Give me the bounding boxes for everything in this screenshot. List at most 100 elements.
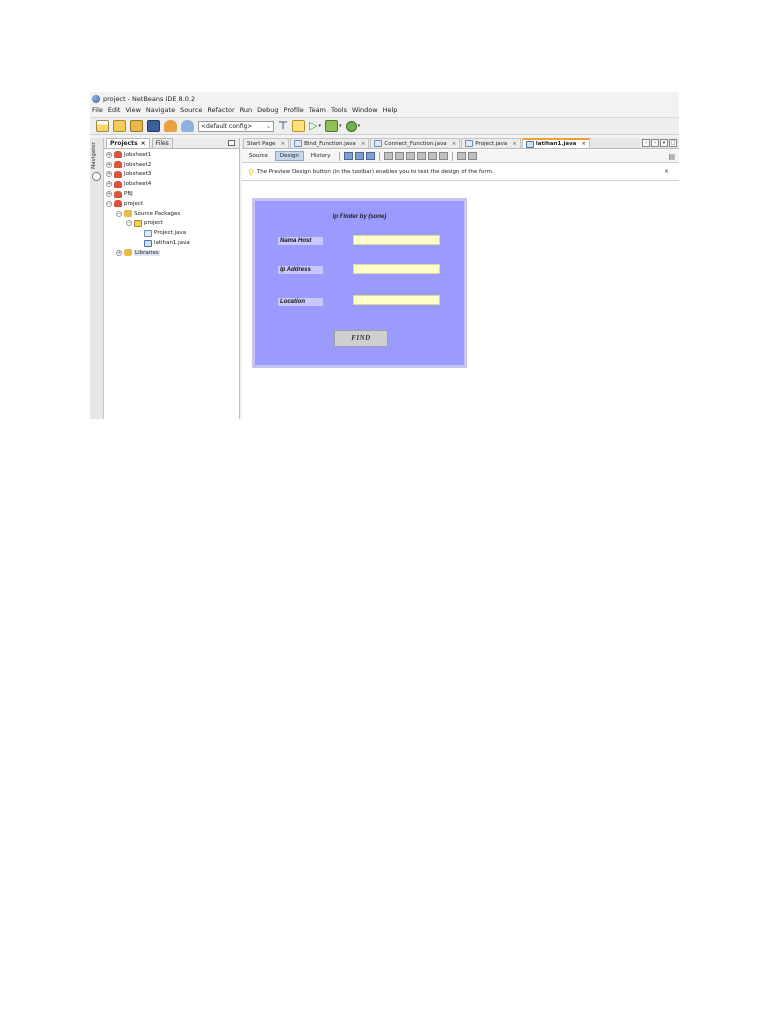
menu-window[interactable]: Window xyxy=(352,106,378,114)
tree-item-pbj[interactable]: + PBJ xyxy=(106,189,239,199)
close-icon[interactable]: × xyxy=(141,140,146,147)
open-project-icon[interactable] xyxy=(130,120,143,132)
menu-tools[interactable]: Tools xyxy=(331,106,347,114)
expand-icon[interactable]: + xyxy=(106,181,112,188)
debug-icon[interactable] xyxy=(325,120,339,132)
profile-dropdown-icon[interactable]: ▾ xyxy=(358,123,361,129)
close-icon[interactable]: × xyxy=(452,141,457,147)
tree-item-project-java[interactable]: Project.java xyxy=(106,228,239,238)
menu-edit[interactable]: Edit xyxy=(108,106,121,114)
scroll-right-icon[interactable]: › xyxy=(651,139,659,147)
close-icon[interactable]: × xyxy=(281,141,286,147)
ip-address-label[interactable]: Ip Address xyxy=(278,266,323,274)
expand-icon[interactable]: + xyxy=(106,151,112,158)
find-button[interactable]: FIND xyxy=(334,330,388,347)
selection-mode-icon[interactable] xyxy=(344,152,354,160)
run-dropdown-icon[interactable]: ▾ xyxy=(319,123,322,129)
config-select-value: <default config> xyxy=(201,122,253,130)
connection-mode-icon[interactable] xyxy=(355,152,365,160)
tab-projects[interactable]: Projects × xyxy=(106,138,150,148)
new-project-icon[interactable] xyxy=(96,120,109,132)
tree-item-latihan1-java[interactable]: latihan1.java xyxy=(106,238,239,248)
clean-build-icon[interactable] xyxy=(292,120,306,132)
tab-files-label: Files xyxy=(155,140,169,147)
maximize-icon[interactable]: □ xyxy=(669,139,677,147)
run-icon[interactable]: ▷ xyxy=(309,120,317,132)
undo-icon[interactable] xyxy=(164,120,177,132)
preview-design-icon[interactable] xyxy=(366,152,376,160)
align-bottom-icon[interactable] xyxy=(428,152,438,160)
tab-latihan1-java[interactable]: latihan1.java × xyxy=(521,138,590,148)
build-hammer-icon[interactable]: ⊤ xyxy=(278,120,288,132)
close-icon[interactable]: × xyxy=(361,141,366,147)
tab-label: Connect_Function.java xyxy=(384,140,447,147)
expand-icon[interactable]: + xyxy=(106,161,112,168)
tree-item-libraries[interactable]: + Libraries xyxy=(106,248,239,258)
close-icon[interactable]: × xyxy=(581,141,586,147)
center-horizontally-icon[interactable] xyxy=(406,152,416,160)
location-label[interactable]: Location xyxy=(278,298,323,306)
tab-files[interactable]: Files xyxy=(151,138,173,148)
form-design-canvas[interactable]: Ip Finder by (sone) Nama Host Ip Address… xyxy=(252,198,467,368)
align-right-icon[interactable] xyxy=(395,152,405,160)
project-icon xyxy=(114,161,122,169)
minimize-icon[interactable] xyxy=(228,140,235,146)
source-view-button[interactable]: Source xyxy=(244,151,273,161)
tab-project-java[interactable]: Project.java × xyxy=(461,138,521,148)
collapse-icon[interactable]: − xyxy=(106,200,112,207)
scroll-left-icon[interactable]: ‹ xyxy=(642,139,650,147)
expand-icon[interactable]: + xyxy=(106,171,112,178)
center-vertically-icon[interactable] xyxy=(439,152,449,160)
form-title-label[interactable]: Ip Finder by (sone) xyxy=(255,214,464,220)
tab-bind-function[interactable]: Bind_Function.java × xyxy=(290,138,370,148)
tree-item-project[interactable]: − project xyxy=(106,199,239,209)
toolbar-divider xyxy=(339,151,341,161)
menu-run[interactable]: Run xyxy=(240,106,252,114)
debug-dropdown-icon[interactable]: ▾ xyxy=(339,123,342,129)
collapse-icon[interactable]: − xyxy=(116,210,122,217)
location-field[interactable] xyxy=(353,295,440,305)
config-select[interactable]: <default config> ⌄ xyxy=(198,120,274,132)
new-file-icon[interactable] xyxy=(113,120,126,132)
ip-address-field[interactable] xyxy=(353,264,440,274)
save-all-icon[interactable] xyxy=(147,120,160,132)
services-icon[interactable] xyxy=(92,172,101,181)
tree-item-jobsheet4[interactable]: + Jobsheet4 xyxy=(106,179,239,189)
resize-horizontal-icon[interactable] xyxy=(457,152,467,160)
menu-refactor[interactable]: Refactor xyxy=(207,106,234,114)
close-icon[interactable]: × xyxy=(664,168,669,175)
tree-item-source-packages[interactable]: − Source Packages xyxy=(106,209,239,219)
redo-icon[interactable] xyxy=(181,120,194,132)
design-view-button[interactable]: Design xyxy=(274,151,304,161)
main-toolbar: <default config> ⌄ ⊤ ▷ ▾ ▾ ▾ xyxy=(90,117,679,135)
menu-help[interactable]: Help xyxy=(383,106,398,114)
align-left-icon[interactable] xyxy=(384,152,394,160)
menu-file[interactable]: File xyxy=(92,106,103,114)
tree-item-jobsheet1[interactable]: + Jobsheet1 xyxy=(106,150,239,160)
align-top-icon[interactable] xyxy=(417,152,427,160)
tab-connect-function[interactable]: Connect_Function.java × xyxy=(370,138,461,148)
history-view-button[interactable]: History xyxy=(306,151,336,161)
profile-icon[interactable] xyxy=(345,120,357,132)
close-icon[interactable]: × xyxy=(512,141,517,147)
tree-item-jobsheet3[interactable]: + Jobsheet3 xyxy=(106,170,239,180)
tree-item-jobsheet2[interactable]: + Jobsheet2 xyxy=(106,160,239,170)
menu-profile[interactable]: Profile xyxy=(284,106,304,114)
menu-source[interactable]: Source xyxy=(180,106,202,114)
nama-host-label[interactable]: Nama Host xyxy=(278,237,323,245)
tab-start-page[interactable]: Start Page × xyxy=(243,138,290,148)
pin-icon[interactable]: ▤ xyxy=(668,153,675,161)
tree-item-package-project[interactable]: − project xyxy=(106,219,239,229)
navigator-tab[interactable]: Navigator xyxy=(91,142,97,169)
expand-icon[interactable]: + xyxy=(106,191,112,198)
resize-vertical-icon[interactable] xyxy=(468,152,478,160)
project-icon xyxy=(114,151,122,159)
menu-view[interactable]: View xyxy=(125,106,140,114)
nama-host-field[interactable] xyxy=(353,235,440,245)
collapse-icon[interactable]: − xyxy=(126,220,132,227)
expand-icon[interactable]: + xyxy=(116,249,122,256)
menu-navigate[interactable]: Navigate xyxy=(146,106,175,114)
menu-team[interactable]: Team xyxy=(309,106,326,114)
menu-debug[interactable]: Debug xyxy=(257,106,278,114)
tab-list-icon[interactable]: ▾ xyxy=(660,139,668,147)
